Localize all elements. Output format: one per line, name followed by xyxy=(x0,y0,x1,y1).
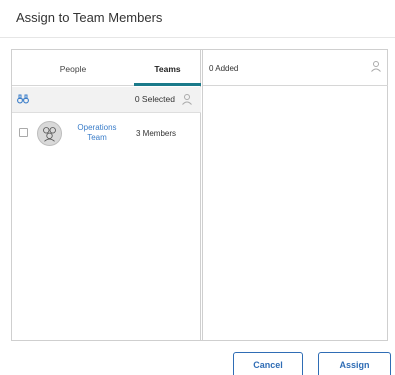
tab-teams[interactable]: Teams xyxy=(134,50,201,86)
team-member-count: 3 Members xyxy=(136,129,177,138)
person-icon xyxy=(371,61,381,72)
assign-button[interactable]: Assign xyxy=(318,352,391,375)
binoculars-icon[interactable] xyxy=(17,94,29,104)
team-avatar-icon xyxy=(37,121,62,146)
added-count: 0 Added xyxy=(209,64,239,73)
team-name-link[interactable]: Operations Team xyxy=(72,123,122,143)
person-icon xyxy=(182,94,192,105)
team-row[interactable]: Operations Team 3 Members xyxy=(12,113,201,155)
tab-bar: People Teams xyxy=(12,50,201,86)
left-pane: People Teams 0 Selected Operations Team … xyxy=(12,50,201,340)
right-pane: 0 Added xyxy=(202,50,388,340)
active-tab-indicator xyxy=(134,83,201,86)
title-divider xyxy=(0,37,395,38)
tab-people[interactable]: People xyxy=(12,50,134,86)
selected-count: 0 Selected xyxy=(134,94,175,104)
team-checkbox[interactable] xyxy=(19,128,28,137)
cancel-button[interactable]: Cancel xyxy=(233,352,303,375)
added-header: 0 Added xyxy=(203,50,388,86)
dialog-title: Assign to Team Members xyxy=(16,10,163,25)
team-name-line2: Team xyxy=(87,133,107,142)
selection-toolbar: 0 Selected xyxy=(12,87,201,113)
assign-panel: People Teams 0 Selected Operations Team … xyxy=(11,49,388,341)
team-name-line1: Operations xyxy=(77,123,117,132)
